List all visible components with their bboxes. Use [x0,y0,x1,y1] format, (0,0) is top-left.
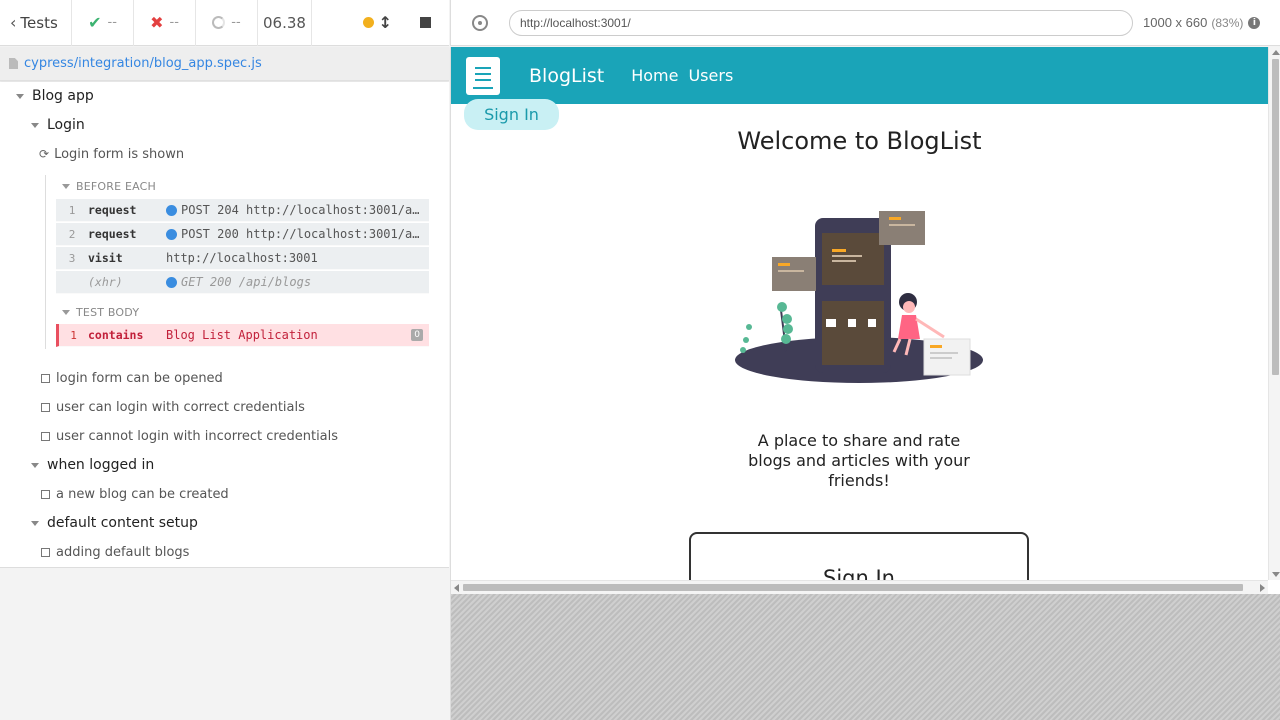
check-icon: ✔ [88,13,102,32]
auto-scroll-icon[interactable]: ↕ [379,13,392,32]
scroll-right-arrow-icon[interactable] [1260,584,1265,592]
url-text: http://localhost:3001/ [520,15,631,30]
welcome-heading: Welcome to BlogList [737,127,982,155]
sign-in-card-title: Sign In [823,566,895,580]
suite-blog-app[interactable]: Blog app [16,86,94,106]
spec-file-link[interactable]: cypress/integration/blog_app.spec.js [24,56,262,71]
hook-before-each[interactable]: BEFORE EACH [62,178,156,194]
command-row[interactable]: 2 request POST 200 http://localhost:3001… [56,223,429,246]
viewport-size: 1000 x 660 (83%) [1143,15,1244,30]
caret-down-icon [31,462,39,468]
runnables-list: Blog app Login ⟳ Login form is shown BEF… [0,82,449,568]
xhr-dot-icon [166,204,177,216]
horizontal-scrollbar[interactable] [451,580,1268,594]
xhr-dot-icon [166,228,177,240]
caret-down-icon [31,122,39,128]
stats-bar: ‹ Tests ✔ -- ✖ -- -- 06.38 ↕ [0,0,449,46]
caret-down-icon [31,520,39,526]
command-row[interactable]: 3 visit http://localhost:3001 [56,247,429,270]
caret-down-icon [16,93,24,99]
suite-when-logged-in[interactable]: when logged in [31,455,154,475]
suite-login[interactable]: Login [31,115,85,135]
test-item[interactable]: login form can be opened [41,368,223,388]
duration: 06.38 [258,0,312,46]
url-bar[interactable]: http://localhost:3001/ [509,9,1133,36]
brand-name[interactable]: BlogList [529,65,604,87]
sign-in-button[interactable]: Sign In [464,99,559,130]
refresh-icon: ⟳ [39,147,50,161]
test-item[interactable]: adding default blogs [41,542,189,562]
command-log-rule [45,175,46,349]
test-body-header[interactable]: TEST BODY [62,304,139,320]
tagline: A place to share and rate blogs and arti… [748,431,970,490]
suite-default-content-setup[interactable]: default content setup [31,513,198,533]
scroll-down-arrow-icon[interactable] [1272,572,1280,577]
scrollbar-thumb[interactable] [1272,59,1279,375]
zoom-level: (83%) [1211,16,1244,30]
passed-value: -- [107,15,117,30]
pending-checkbox-icon [41,431,50,441]
nav-users[interactable]: Users [688,66,733,85]
nav-home[interactable]: Home [631,66,678,85]
app-preview-frame: BlogList Home Users Sign In Welcome to B… [450,47,1280,594]
duration-value: 06.38 [263,13,306,32]
xhr-dot-icon [166,276,177,288]
tests-back-button[interactable]: ‹ Tests [0,0,72,46]
pending-checkbox-icon [41,402,50,412]
element-count-badge: 0 [411,329,423,341]
test-item[interactable]: user cannot login with incorrect credent… [41,426,338,446]
spec-file-bar: cypress/integration/blog_app.spec.js [0,47,449,81]
x-icon: ✖ [150,13,164,32]
aut-header: http://localhost:3001/ 1000 x 660 (83%) i [450,0,1280,46]
pending-count: -- [196,0,258,46]
info-icon[interactable]: i [1248,16,1261,29]
book-icon [466,56,500,95]
test-item[interactable]: user can login with correct credentials [41,397,305,417]
suite-title: Login [47,117,85,133]
scroll-up-arrow-icon[interactable] [1272,50,1280,55]
pending-ring-icon [212,16,226,29]
aut-backdrop [450,594,1280,720]
scrollbar-thumb[interactable] [463,584,1243,591]
sign-in-card: Sign In [689,532,1029,580]
selector-playground-icon[interactable] [472,14,488,31]
suite-title: when logged in [47,457,155,473]
reporter-panel: ‹ Tests ✔ -- ✖ -- -- 06.38 ↕ cypress/int… [0,0,449,720]
test-login-form-shown[interactable]: ⟳ Login form is shown [39,144,184,164]
pending-checkbox-icon [41,547,50,557]
test-item[interactable]: a new blog can be created [41,484,229,504]
failed-value: -- [169,15,179,30]
stop-icon[interactable] [420,17,431,28]
command-row[interactable]: (xhr) GET 200 /api/blogs [56,271,429,294]
caret-down-icon [62,183,70,189]
chevron-left-icon: ‹ [10,13,17,32]
pending-value: -- [231,15,241,30]
running-indicator-icon [362,17,374,28]
pending-checkbox-icon [41,373,50,383]
hero-illustration [735,211,983,383]
scroll-left-arrow-icon[interactable] [454,584,459,592]
passed-count: ✔ -- [72,0,134,46]
vertical-scrollbar[interactable] [1268,47,1280,580]
suite-title: default content setup [47,515,198,531]
pending-checkbox-icon [41,489,50,499]
run-controls: ↕ [312,0,449,46]
caret-down-icon [62,309,70,315]
file-icon [9,58,18,69]
app-navbar: BlogList Home Users [451,47,1268,104]
app-page: BlogList Home Users Sign In Welcome to B… [451,47,1268,580]
failed-count: ✖ -- [134,0,196,46]
suite-title: Blog app [32,88,94,104]
command-row-failed[interactable]: 1 contains Blog List Application 0 [56,324,429,347]
tests-label: Tests [20,13,58,32]
command-row[interactable]: 1 request POST 204 http://localhost:3001… [56,199,429,222]
